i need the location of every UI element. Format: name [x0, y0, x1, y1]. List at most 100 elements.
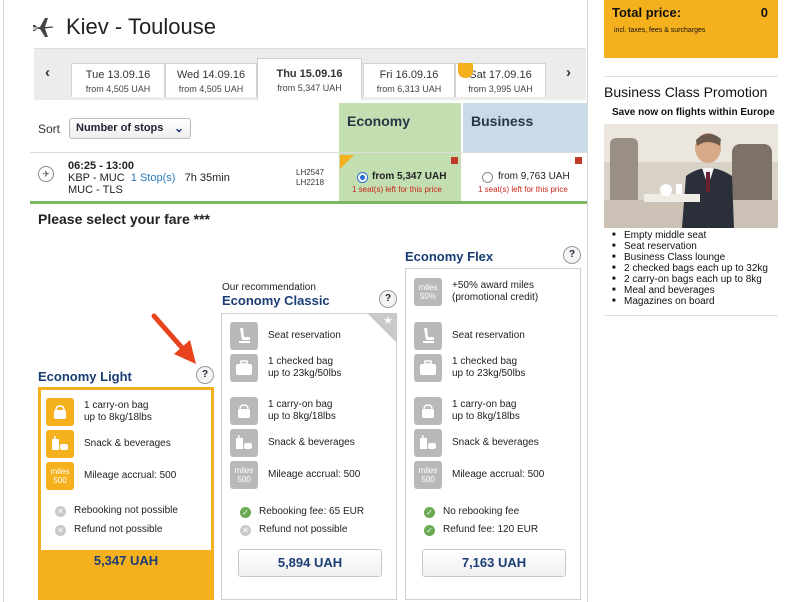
miles-badge-icon: miles 500 [414, 461, 442, 489]
date-tab-date: Tue 13.09.16 [85, 69, 151, 81]
selected-corner-icon [340, 155, 354, 169]
feature-text: 1 carry-on bag up to 8kg/18lbs [452, 399, 520, 422]
economy-price-cell[interactable]: from 5,347 UAH 1 seat(s) left for this p… [339, 153, 461, 201]
miles-icon-value: 500 [237, 475, 251, 484]
fare-heading: Please select your fare *** [38, 211, 210, 227]
date-tab-date: Wed 14.09.16 [176, 69, 246, 81]
date-tab-wed[interactable]: Wed 14.09.16 from 4,505 UAH [165, 63, 257, 97]
feature-text: Snack & beverages [268, 437, 355, 448]
cabin-header-business: Business [463, 103, 587, 153]
list-item: 2 checked bags each up to 32kg [612, 263, 768, 274]
total-price-label: Total price: [612, 5, 682, 20]
rebooking-text: Rebooking not possible [74, 505, 178, 516]
page-title: Kiev - Toulouse [66, 14, 217, 39]
flight-numbers: LH2547 LH2218 [296, 168, 324, 188]
check-circle-icon: ✓ [424, 525, 435, 536]
fare-card-flex[interactable]: miles 50% +50% award miles (promotional … [405, 268, 581, 600]
handbag-icon [414, 397, 442, 425]
sort-label: Sort [38, 122, 61, 136]
rebooking-text: No rebooking fee [443, 506, 520, 517]
list-item: Magazines on board [612, 296, 768, 307]
sort-select-value: Number of stops [76, 122, 164, 134]
fare-price-flex-button[interactable]: 7,163 UAH [422, 549, 566, 577]
cabin-header-economy: Economy [339, 103, 461, 153]
total-price-note: incl. taxes, fees & surcharges [614, 27, 706, 34]
refund-text: Refund not possible [74, 524, 163, 535]
date-tab-fri[interactable]: Fri 16.09.16 from 6,313 UAH [363, 63, 455, 97]
fare-card-light-body: 1 carry-on bag up to 8kg/18lbs Snack & b… [41, 390, 211, 550]
stops-link[interactable]: 1 Stop(s) [131, 172, 176, 184]
refund-text: Refund not possible [259, 524, 348, 535]
economy-seats-left: 1 seat(s) left for this price [352, 185, 442, 194]
date-tab-date: Thu 15.09.16 [276, 68, 343, 80]
list-item: Meal and beverages [612, 285, 768, 296]
flight-number: LH2218 [296, 178, 325, 187]
list-item: 2 carry-on bags each up to 8kg [612, 274, 768, 285]
date-tab-thu[interactable]: Thu 15.09.16 from 5,347 UAH [257, 58, 362, 100]
cabin-title: Economy [347, 113, 411, 129]
business-price-cell[interactable]: from 9,763 UAH 1 seat(s) left for this p… [463, 153, 587, 201]
fare-name-classic: Economy Classic [222, 293, 330, 308]
business-seats-left: 1 seat(s) left for this price [478, 185, 568, 194]
fare-name-flex: Economy Flex [405, 249, 494, 264]
cup-food-icon [46, 430, 74, 458]
check-circle-icon: ✓ [424, 507, 435, 518]
suitcase-icon [414, 354, 442, 382]
miles-badge-icon: miles 50% [414, 278, 442, 306]
flight-leg-1: KBP - MUC 1 Stop(s) 7h 35min [68, 172, 230, 184]
special-offer-badge [458, 63, 473, 78]
prev-dates-button[interactable]: ‹ [45, 64, 50, 81]
total-price-value: 0 [760, 5, 768, 20]
promo-subtitle: Save now on flights within Europe [612, 107, 775, 118]
feature-text: +50% award miles (promotional credit) [452, 280, 539, 303]
list-item: Seat reservation [612, 241, 768, 252]
suitcase-icon [230, 354, 258, 382]
chevron-down-icon: ⌄ [173, 121, 184, 135]
fare-price-light[interactable]: 5,347 UAH [38, 553, 214, 568]
x-circle-icon: ✕ [55, 506, 66, 517]
info-marker-icon [451, 157, 458, 164]
fare-price-classic-button[interactable]: 5,894 UAH [238, 549, 382, 577]
seat-icon [414, 322, 442, 350]
handbag-icon [46, 398, 74, 426]
help-icon[interactable]: ? [196, 366, 214, 384]
cabin-title: Business [471, 113, 534, 129]
feature-text: 1 checked bag up to 23kg/50lbs [452, 356, 526, 379]
date-tab-price: from 4,505 UAH [85, 84, 151, 94]
miles-badge-icon: miles 500 [230, 461, 258, 489]
miles-icon-label: miles [418, 283, 438, 292]
feature-text: 1 checked bag up to 23kg/50lbs [268, 356, 342, 379]
list-item: Business Class lounge [612, 252, 768, 263]
sort-select[interactable]: Number of stops ⌄ [69, 118, 191, 139]
next-dates-button[interactable]: › [566, 64, 571, 81]
miles-icon-label: miles [418, 466, 438, 475]
promo-photo[interactable] [604, 124, 778, 228]
miles-icon-label: miles [50, 467, 70, 476]
date-tab-tue[interactable]: Tue 13.09.16 from 4,505 UAH [71, 63, 165, 97]
x-circle-icon: ✕ [240, 525, 251, 536]
feature-text: 1 carry-on bag up to 8kg/18lbs [268, 399, 336, 422]
date-tab-price: from 5,347 UAH [277, 83, 342, 93]
economy-radio[interactable] [357, 172, 368, 183]
fare-card-light[interactable]: 1 carry-on bag up to 8kg/18lbs Snack & b… [38, 387, 214, 600]
feature-text: Seat reservation [452, 330, 525, 341]
flight-leg-2: MUC - TLS [68, 184, 123, 196]
help-icon[interactable]: ? [379, 290, 397, 308]
business-price: from 9,763 UAH [498, 171, 570, 182]
feature-text: Mileage accrual: 500 [84, 470, 177, 481]
feature-text: Mileage accrual: 500 [268, 469, 361, 480]
fare-name-light: Economy Light [38, 369, 132, 384]
fare-card-classic[interactable]: ★ Seat reservation 1 checked bag up to 2… [221, 313, 397, 600]
business-radio[interactable] [482, 172, 493, 183]
flight-info-icon[interactable]: ✈ [38, 166, 54, 182]
flight-number: LH2547 [296, 168, 325, 177]
miles-badge-icon: miles 500 [46, 462, 74, 490]
promo-title: Business Class Promotion [604, 84, 768, 100]
miles-icon-value: 500 [53, 476, 67, 485]
date-tab-price: from 4,505 UAH [178, 84, 244, 94]
feature-text: 1 carry-on bag up to 8kg/18lbs [84, 400, 152, 423]
help-icon[interactable]: ? [563, 246, 581, 264]
total-price-box: Total price: 0 incl. taxes, fees & surch… [604, 0, 778, 58]
flight-time: 06:25 - 13:00 [68, 160, 135, 172]
date-tab-price: from 6,313 UAH [376, 84, 442, 94]
